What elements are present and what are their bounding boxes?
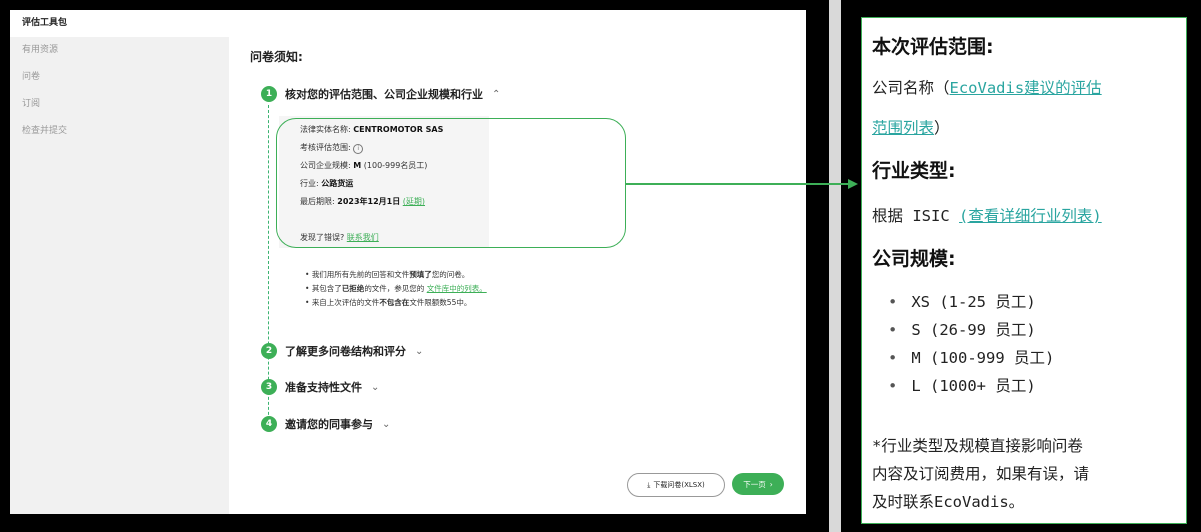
highlight-outline: [276, 118, 626, 248]
list-item: • XS (1-25 员工): [888, 293, 1036, 311]
step-label: 核对您的评估范围、公司企业规模和行业: [285, 88, 483, 101]
steps-timeline: [268, 105, 269, 425]
step-number: 2: [261, 343, 277, 359]
step-2-header[interactable]: 2 了解更多问卷结构和评分 ⌄: [261, 343, 423, 359]
main-content: 问卷须知: 1 核对您的评估范围、公司企业规模和行业 ⌃ 法律实体名称: CEN…: [229, 10, 806, 514]
industry-list-link[interactable]: (查看详细行业列表): [959, 207, 1102, 225]
chevron-down-icon: ⌄: [415, 345, 424, 357]
connector-line: [625, 183, 850, 185]
size-heading: 公司规模:: [872, 248, 956, 270]
sidebar-item-toolkit[interactable]: 评估工具包: [10, 10, 229, 37]
step-label: 准备支持性文件: [285, 381, 362, 394]
notes-list: • 我们用所有先前的回答和文件预填了您的问卷。 • 其包含了已拒绝的文件，参见您…: [305, 268, 487, 310]
step-4-header[interactable]: 4 邀请您的同事参与 ⌄: [261, 416, 390, 432]
step-number: 3: [261, 379, 277, 395]
step-label: 了解更多问卷结构和评分: [285, 345, 406, 358]
list-item: • S (26-99 员工): [888, 321, 1036, 339]
isic-text: 根据 ISIC (查看详细行业列表): [872, 207, 1102, 225]
download-label: 下载问卷(XLSX): [653, 481, 705, 489]
step-1-header[interactable]: 1 核对您的评估范围、公司企业规模和行业 ⌃: [261, 86, 500, 102]
sidebar-item-questionnaire[interactable]: 问卷: [10, 64, 229, 91]
divider-strip: [829, 0, 841, 532]
callout-panel: 本次评估范围: 公司名称（EcoVadis建议的评估 范围列表） 行业类型: 根…: [861, 17, 1187, 524]
step-number: 4: [261, 416, 277, 432]
sidebar-item-review-submit[interactable]: 检查并提交: [10, 118, 229, 145]
list-item: • L (1000+ 员工): [888, 377, 1036, 395]
chevron-down-icon: ⌄: [382, 418, 391, 430]
sidebar-item-subscription[interactable]: 订阅: [10, 91, 229, 118]
industry-heading: 行业类型:: [872, 160, 956, 182]
list-item: • M (100-999 员工): [888, 349, 1055, 367]
list-item: • 其包含了已拒绝的文件，参见您的 文件库中的列表。: [305, 284, 487, 293]
scope-list-link[interactable]: EcoVadis建议的评估: [950, 79, 1102, 97]
page-title: 问卷须知:: [250, 50, 303, 64]
arrow-right-icon: [848, 179, 858, 189]
step-3-header[interactable]: 3 准备支持性文件 ⌄: [261, 379, 379, 395]
chevron-up-icon: ⌃: [492, 88, 501, 100]
download-icon: ⤓: [647, 480, 651, 489]
scope-heading: 本次评估范围:: [872, 36, 994, 58]
note-line: *行业类型及规模直接影响问卷: [872, 437, 1083, 455]
step-number: 1: [261, 86, 277, 102]
note-line: 内容及订阅费用，如果有误，请: [872, 465, 1090, 483]
list-item: • 我们用所有先前的回答和文件预填了您的问卷。: [305, 270, 470, 279]
note-line: 及时联系EcoVadis。: [872, 493, 1025, 511]
next-page-button[interactable]: 下一页 ›: [732, 473, 784, 495]
company-name-text-cont: 范围列表）: [872, 119, 950, 137]
list-item: • 来自上次评估的文件不包含在文件限额数55中。: [305, 298, 472, 307]
document-library-link[interactable]: 文件库中的列表。: [427, 284, 487, 293]
next-label: 下一页: [743, 479, 766, 489]
chevron-down-icon: ⌄: [371, 381, 380, 393]
chevron-right-icon: ›: [769, 479, 773, 489]
step-label: 邀请您的同事参与: [285, 418, 373, 431]
sidebar-item-resources[interactable]: 有用资源: [10, 37, 229, 64]
company-name-text: 公司名称（EcoVadis建议的评估: [872, 79, 1102, 97]
sidebar: 评估工具包 有用资源 问卷 订阅 检查并提交: [10, 10, 229, 514]
scope-list-link-cont[interactable]: 范围列表: [872, 119, 934, 137]
download-questionnaire-button[interactable]: ⤓ 下载问卷(XLSX): [627, 473, 725, 497]
